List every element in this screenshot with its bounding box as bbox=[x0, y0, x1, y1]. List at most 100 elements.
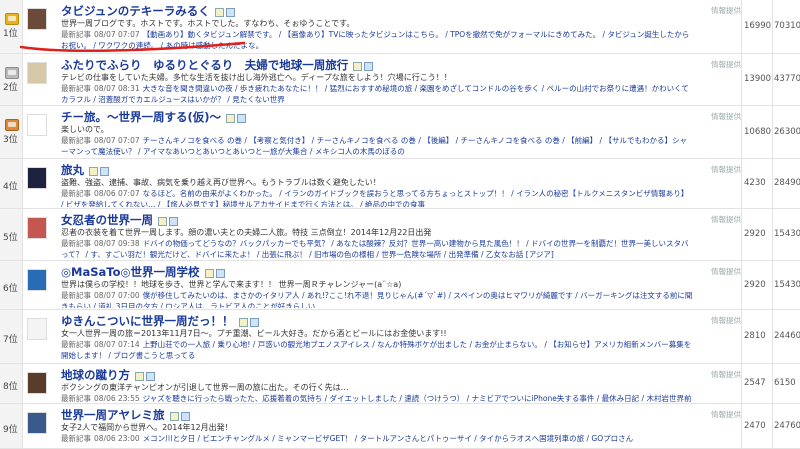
latest-articles: 最新記事 08/06 07:07 なるほど。名前の由来がよくわかった。 / イランの… bbox=[61, 188, 693, 207]
info-provide-link[interactable]: 情報提供 bbox=[711, 5, 741, 16]
rss-feed-icon[interactable] bbox=[364, 61, 374, 71]
blog-title-text[interactable]: ふたりでふらり ゆるりとぐるり 夫婦で地球一周旅行 bbox=[61, 58, 348, 72]
blog-thumbnail[interactable] bbox=[27, 8, 47, 30]
ranking-row: 8位 地球の蹴り方 ボクシングの東洋チャンピオンが引退して世界一周の旅に出た。その行… bbox=[0, 364, 800, 404]
in-points-column bbox=[741, 209, 742, 260]
blog-title-link[interactable]: 地球の蹴り方 bbox=[61, 367, 155, 383]
info-provide-link[interactable]: 情報提供 bbox=[711, 369, 741, 380]
latest-articles: 最新記事 08/06 23:00 メコン川と夕日 / ビエンチャングルメ / ミャン… bbox=[61, 433, 693, 447]
blog-info-icon[interactable] bbox=[89, 166, 98, 176]
latest-article-links[interactable]: メコン川と夕日 / ビエンチャングルメ / ミャンマービザGET！ / タートル… bbox=[143, 434, 634, 443]
blog-title-link[interactable]: ゆきんこついに世界一周だっ！！ bbox=[61, 313, 259, 329]
latest-articles: 最新記事 08/07 08:31 大きな音を聞き間違いの夜 / 歩き疲れたあなたに！… bbox=[61, 83, 693, 104]
title-icons bbox=[351, 59, 374, 73]
blog-title-link[interactable]: 世界一周アヤレミ旅 bbox=[61, 407, 190, 423]
ranking-row: 3位 チー旅。～世界一周する(仮)～ 楽しいので。 最新記事 08/07 07:07 チー… bbox=[0, 106, 800, 159]
blog-title-link[interactable]: タビジュンのテキーラみるく bbox=[61, 3, 235, 19]
latest-article-links[interactable]: ドバイの物価ってどうなの？バックパッカーでも平気？ / あなたは酸辣？反対？世界… bbox=[61, 239, 689, 259]
blog-info-icon[interactable] bbox=[353, 61, 363, 71]
out-points-column bbox=[772, 159, 773, 208]
info-provide-link[interactable]: 情報提供 bbox=[711, 266, 741, 277]
info-provide-link[interactable]: 情報提供 bbox=[711, 111, 741, 122]
blog-description: 楽しいので。 bbox=[61, 125, 109, 134]
rss-feed-icon[interactable] bbox=[100, 166, 109, 176]
out-points: 24760 bbox=[774, 421, 800, 431]
in-points-column bbox=[741, 54, 742, 105]
latest-date: 08/07 09:38 bbox=[94, 239, 140, 248]
out-points-column bbox=[772, 54, 773, 105]
blog-thumbnail[interactable] bbox=[27, 372, 47, 394]
out-points-column bbox=[772, 209, 773, 260]
rss-feed-icon[interactable] bbox=[146, 371, 155, 381]
rank-crown-icon bbox=[5, 119, 19, 131]
blog-thumbnail[interactable] bbox=[27, 62, 47, 84]
blog-info-icon[interactable] bbox=[158, 216, 167, 226]
rank-label: 9位 bbox=[3, 425, 18, 435]
blog-title-text[interactable]: 旅丸 bbox=[61, 163, 84, 177]
blog-title-link[interactable]: ふたりでふらり ゆるりとぐるり 夫婦で地球一周旅行 bbox=[61, 57, 374, 73]
latest-label: 最新記事 bbox=[61, 239, 91, 248]
blog-info-icon[interactable] bbox=[226, 113, 236, 123]
blog-title-text[interactable]: チー旅。～世界一周する(仮)～ bbox=[61, 110, 221, 124]
rank-label: 2位 bbox=[3, 83, 18, 93]
blog-title-link[interactable]: 女忍者の世界一周 bbox=[61, 212, 178, 228]
blog-thumbnail[interactable] bbox=[27, 167, 47, 189]
latest-article-links[interactable]: チーさんキノコを食べる の巻 / 【考察と気付き】 / チーさんキノコを食べる … bbox=[61, 136, 687, 156]
blog-info-icon[interactable] bbox=[135, 371, 144, 381]
blog-title-link[interactable]: チー旅。～世界一周する(仮)～ bbox=[61, 109, 247, 125]
blog-thumbnail[interactable] bbox=[27, 114, 47, 136]
blog-title-link[interactable]: 旅丸 bbox=[61, 162, 109, 178]
title-icons bbox=[213, 5, 235, 19]
info-provide-link[interactable]: 情報提供 bbox=[711, 164, 741, 175]
ranking-row: 2位 ふたりでふらり ゆるりとぐるり 夫婦で地球一周旅行 テレビの仕事をしていた夫婦… bbox=[0, 54, 800, 106]
blog-info-icon[interactable] bbox=[204, 268, 214, 278]
blog-thumbnail[interactable] bbox=[27, 217, 47, 239]
rss-feed-icon[interactable] bbox=[215, 268, 225, 278]
rss-feed-icon[interactable] bbox=[180, 411, 190, 421]
in-points-column bbox=[741, 364, 742, 403]
blog-title-text[interactable]: ◎MaSaTo◎世界一周学校 bbox=[61, 265, 200, 279]
out-points: 70310 bbox=[774, 21, 800, 31]
blog-thumbnail[interactable] bbox=[27, 269, 47, 291]
out-points: 26300 bbox=[774, 127, 800, 137]
latest-article-links[interactable]: 上野山荘での一人旅 / 乗り心地! / 戸惑いの観光地ブエノスアイレス / なん… bbox=[61, 340, 691, 360]
blog-title-text[interactable]: 地球の蹴り方 bbox=[61, 368, 130, 382]
in-points: 2920 bbox=[744, 280, 766, 290]
title-icons bbox=[87, 164, 109, 178]
info-provide-link[interactable]: 情報提供 bbox=[711, 409, 741, 420]
blog-title-text[interactable]: 世界一周アヤレミ旅 bbox=[61, 408, 165, 422]
latest-article-links[interactable]: 大きな音を聞き間違いの夜 / 歩き疲れたあなたに！！ / 猛烈におすすめ秘境の旅… bbox=[61, 84, 689, 104]
out-points-column bbox=[772, 261, 773, 309]
blog-thumbnail[interactable] bbox=[27, 412, 47, 434]
blog-title-text[interactable]: ゆきんこついに世界一周だっ！！ bbox=[61, 314, 234, 328]
rss-feed-icon[interactable] bbox=[169, 216, 178, 226]
out-points: 15430 bbox=[774, 280, 800, 290]
rss-feed-icon[interactable] bbox=[237, 113, 247, 123]
info-provide-link[interactable]: 情報提供 bbox=[711, 59, 741, 70]
blog-title-link[interactable]: ◎MaSaTo◎世界一周学校 bbox=[61, 264, 225, 280]
blog-thumbnail[interactable] bbox=[27, 318, 47, 340]
latest-articles: 最新記事 08/07 07:00 僕が移住してみたいのは、まさかのイタリア人 / あ… bbox=[61, 290, 693, 308]
latest-article-links[interactable]: 僕が移住してみたいのは、まさかのイタリア人 / あれ!?ここ!れ不退！見りじゃん… bbox=[61, 291, 692, 308]
title-icons bbox=[133, 369, 155, 383]
ranking-row: 6位 ◎MaSaTo◎世界一周学校 世界は僕らの学校！！地球を歩き、世界と学んで来ま… bbox=[0, 261, 800, 310]
rss-feed-icon[interactable] bbox=[225, 7, 235, 17]
info-provide-link[interactable]: 情報提供 bbox=[711, 315, 741, 326]
blog-description: 女子2人で福岡から世界へ。2014年12月出発！ bbox=[61, 423, 233, 432]
blog-title-text[interactable]: 女忍者の世界一周 bbox=[61, 213, 153, 227]
latest-article-links[interactable]: なるほど。名前の由来がよくわかった。 / イランのガイドブックを誤おうと思ってる… bbox=[61, 189, 688, 207]
rank-label: 7位 bbox=[3, 335, 18, 345]
out-points-column bbox=[772, 364, 773, 403]
latest-article-links[interactable]: ジャズを聴きに行ったら戦ったた、応援着着の気持ち / ダイエットしました / 速… bbox=[61, 394, 692, 402]
info-provide-link[interactable]: 情報提供 bbox=[711, 214, 741, 225]
blog-info-icon[interactable] bbox=[169, 411, 179, 421]
rss-feed-icon[interactable] bbox=[249, 317, 259, 327]
in-points-column bbox=[741, 310, 742, 363]
in-points-column bbox=[741, 261, 742, 309]
title-icons bbox=[168, 409, 190, 423]
in-points: 2810 bbox=[744, 331, 766, 341]
blog-description: 女一人世界一周の旅＝2013年11月7日～。プチ重潮、ビール大好き。だから酒とビ… bbox=[61, 329, 447, 338]
blog-info-icon[interactable] bbox=[238, 317, 248, 327]
blog-title-text[interactable]: タビジュンのテキーラみるく bbox=[61, 4, 210, 18]
blog-info-icon[interactable] bbox=[214, 7, 224, 17]
